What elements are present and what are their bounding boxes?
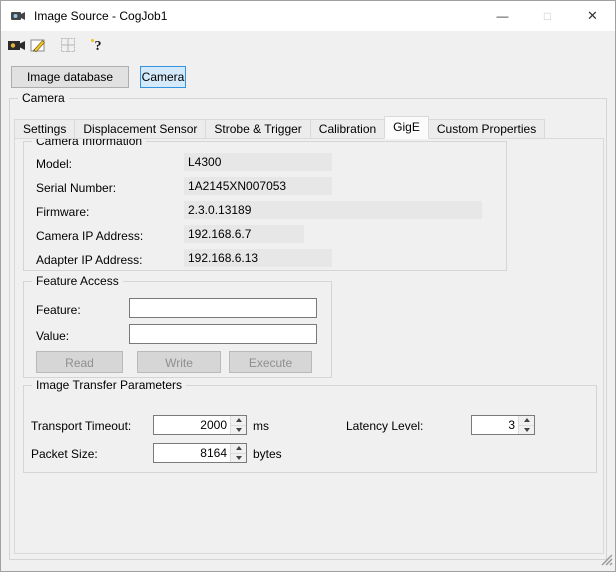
image-transfer-label: Image Transfer Parameters — [32, 378, 187, 392]
transport-timeout-spinner — [153, 415, 247, 435]
acquire-image-icon[interactable] — [7, 35, 27, 55]
tab-displacement-sensor[interactable]: Displacement Sensor — [74, 119, 207, 139]
grid-fixture-icon — [58, 35, 78, 55]
packet-size-label: Packet Size: — [31, 447, 98, 461]
camera-tab-strip: Settings Displacement Sensor Strobe & Tr… — [14, 116, 546, 139]
value-label: Value: — [36, 329, 70, 343]
tab-calibration[interactable]: Calibration — [309, 119, 386, 139]
chevron-up-icon — [235, 418, 242, 423]
chevron-down-icon — [523, 427, 530, 432]
resize-grip[interactable] — [599, 552, 613, 569]
execute-button: Execute — [229, 351, 312, 373]
svg-text:?: ? — [95, 39, 102, 53]
minimize-button[interactable]: — — [480, 1, 525, 31]
packet-size-down-button[interactable] — [231, 453, 246, 462]
feature-input[interactable] — [129, 298, 317, 318]
tab-custom-properties[interactable]: Custom Properties — [427, 119, 546, 139]
latency-level-down-button[interactable] — [519, 425, 534, 434]
help-icon[interactable]: ? — [87, 35, 107, 55]
image-database-button[interactable]: Image database — [11, 66, 129, 88]
tab-gige[interactable]: GigE — [384, 116, 429, 139]
firmware-value: 2.3.0.13189 — [184, 201, 482, 219]
packet-size-unit: bytes — [253, 447, 282, 461]
value-input[interactable] — [129, 324, 317, 344]
title-bar: Image Source - CogJob1 — □ ✕ — [1, 1, 615, 31]
packet-size-up-button[interactable] — [231, 444, 246, 454]
edit-acquisition-icon[interactable] — [28, 35, 48, 55]
maximize-button: □ — [543, 9, 552, 23]
latency-level-spinner — [471, 415, 535, 435]
camera-ip-value: 192.168.6.7 — [184, 225, 304, 243]
latency-level-input[interactable] — [472, 416, 518, 434]
adapter-ip-value: 192.168.6.13 — [184, 249, 332, 267]
tab-settings[interactable]: Settings — [14, 119, 76, 139]
window-title: Image Source - CogJob1 — [34, 9, 168, 23]
camera-groupbox-label: Camera — [18, 91, 69, 105]
camera-ip-label: Camera IP Address: — [36, 229, 144, 243]
close-button[interactable]: ✕ — [570, 1, 615, 31]
model-label: Model: — [36, 157, 73, 171]
adapter-ip-label: Adapter IP Address: — [36, 253, 143, 267]
chevron-up-icon — [523, 418, 530, 423]
app-camera-icon — [10, 8, 26, 24]
transport-timeout-down-button[interactable] — [231, 425, 246, 434]
chevron-down-icon — [235, 427, 242, 432]
firmware-label: Firmware: — [36, 205, 90, 219]
feature-label: Feature: — [36, 303, 81, 317]
latency-level-up-button[interactable] — [519, 416, 534, 426]
feature-access-label: Feature Access — [32, 274, 123, 288]
packet-size-spinner — [153, 443, 247, 463]
camera-button[interactable]: Camera — [140, 66, 186, 88]
chevron-up-icon — [235, 446, 242, 451]
toolbar: ? — [1, 31, 615, 59]
serial-number-value: 1A2145XN007053 — [184, 177, 332, 195]
transport-timeout-input[interactable] — [154, 416, 230, 434]
tab-strobe-trigger[interactable]: Strobe & Trigger — [205, 119, 311, 139]
serial-number-label: Serial Number: — [36, 181, 117, 195]
read-button: Read — [36, 351, 123, 373]
transport-timeout-label: Transport Timeout: — [31, 419, 132, 433]
write-button: Write — [137, 351, 221, 373]
chevron-down-icon — [235, 455, 242, 460]
image-source-dialog: Image Source - CogJob1 — □ ✕ ? Image dat… — [0, 0, 616, 572]
transport-timeout-up-button[interactable] — [231, 416, 246, 426]
packet-size-input[interactable] — [154, 444, 230, 462]
latency-level-label: Latency Level: — [346, 419, 424, 433]
transport-timeout-unit: ms — [253, 419, 269, 433]
model-value: L4300 — [184, 153, 332, 171]
